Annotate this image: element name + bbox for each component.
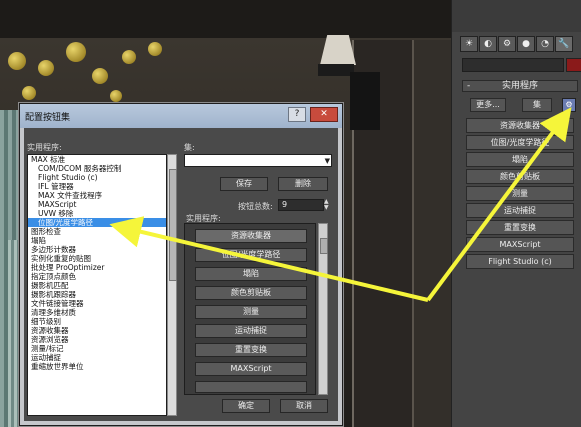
scrollbar-thumb[interactable] (320, 238, 328, 254)
sets-button[interactable]: 集 (522, 98, 552, 112)
configure-button-sets-icon[interactable]: ⚙ (562, 98, 576, 112)
utility-list-item[interactable]: 摄影机跟踪器 (28, 290, 166, 299)
configure-button-sets-dialog: 配置按钮集 ? ✕ 实用程序: MAX 标准 COM/DCOM 服务器控制 Flig… (19, 103, 343, 426)
motion-tab-icon[interactable]: ● (517, 36, 535, 52)
pendant-light-ball (66, 42, 86, 62)
object-name-field[interactable] (462, 58, 564, 72)
close-button[interactable]: ✕ (310, 107, 338, 122)
utilities-list[interactable]: MAX 标准 COM/DCOM 服务器控制 Flight Studio (c) IFL… (27, 154, 167, 416)
util-button-measure[interactable]: 测量 (466, 186, 574, 201)
wall-lamp-base (350, 72, 380, 130)
display-tab-icon[interactable]: ◔ (536, 36, 554, 52)
configured-button[interactable]: 颜色剪贴板 (195, 286, 307, 300)
sets-label: 集: (184, 143, 195, 152)
collapse-icon: - (467, 81, 471, 91)
utility-list-item[interactable]: Flight Studio (c) (28, 173, 166, 182)
modify-tab-icon[interactable]: ◐ (479, 36, 497, 52)
utility-list-item[interactable]: 批处理 ProOptimizer (28, 263, 166, 272)
utility-list-item[interactable]: 实例化重复的贴图 (28, 254, 166, 263)
command-panel-header (452, 0, 581, 32)
dialog-body: 实用程序: MAX 标准 COM/DCOM 服务器控制 Flight Studio … (24, 128, 338, 421)
total-buttons-label: 按钮总数: (238, 202, 273, 211)
utility-list-item[interactable]: 资源收集器 (28, 326, 166, 335)
utility-list-item[interactable]: UVW 移除 (28, 209, 166, 218)
util-button-collapse[interactable]: 塌陷 (466, 152, 574, 167)
util-button-maxscript[interactable]: MAXScript (466, 237, 574, 252)
pendant-light-ball (110, 90, 122, 102)
utility-list-item[interactable]: 摄影机匹配 (28, 281, 166, 290)
utility-list-item[interactable]: 多边形计数器 (28, 245, 166, 254)
util-button-reset-xform[interactable]: 重置变换 (466, 220, 574, 235)
utility-list-item[interactable]: 细节级别 (28, 317, 166, 326)
configured-list-scrollbar[interactable] (318, 223, 328, 395)
configured-button[interactable]: 位图/光度学路径 (195, 248, 307, 262)
util-button-color-clipboard[interactable]: 颜色剪贴板 (466, 169, 574, 184)
pendant-light-ball (22, 86, 36, 100)
configured-button[interactable]: 重置变换 (195, 343, 307, 357)
hierarchy-tab-icon[interactable]: ⚙ (498, 36, 516, 52)
object-color-swatch[interactable] (566, 58, 581, 72)
spinner-arrows-icon[interactable]: ▲ ▼ (324, 199, 332, 211)
configured-button[interactable]: 测量 (195, 305, 307, 319)
scrollbar-thumb[interactable] (169, 169, 177, 281)
utility-list-item[interactable]: 资源浏览器 (28, 335, 166, 344)
cancel-button[interactable]: 取消 (280, 399, 328, 413)
viewport-wall-edge (412, 40, 451, 427)
total-buttons-spinner[interactable]: 9 (278, 199, 324, 211)
util-button-resource-collector[interactable]: 资源收集器 (466, 118, 574, 133)
utility-list-item[interactable]: 清理多维材质 (28, 308, 166, 317)
save-button[interactable]: 保存 (220, 177, 268, 191)
viewport-ceiling (0, 0, 451, 42)
pendant-light-ball (38, 60, 54, 76)
command-panel: ☀ ◐ ⚙ ● ◔ 🔧 - 实用程序 更多... 集 ⚙ 资源收集器 位图/光度… (451, 0, 581, 427)
rollout-title-label: 实用程序 (501, 81, 538, 91)
configured-button[interactable]: 塌陷 (195, 267, 307, 281)
utilities-label: 实用程序: (27, 143, 62, 152)
more-button[interactable]: 更多... (470, 98, 506, 112)
configured-button[interactable]: 资源收集器 (195, 229, 307, 243)
utilities-rollout-title[interactable]: - 实用程序 (462, 80, 578, 92)
pendant-light-ball (148, 42, 162, 56)
utilities-list-scrollbar[interactable] (167, 154, 177, 416)
utility-list-item[interactable]: 指定顶点颜色 (28, 272, 166, 281)
dialog-titlebar[interactable]: 配置按钮集 ? ✕ (20, 104, 342, 128)
utility-list-item[interactable]: 图形检查 (28, 227, 166, 236)
utility-list-item[interactable]: MAXScript (28, 200, 166, 209)
create-tab-icon[interactable]: ☀ (460, 36, 478, 52)
configured-button[interactable] (195, 381, 307, 393)
wall-lamp-arm (318, 64, 354, 76)
delete-button[interactable]: 删除 (278, 177, 328, 191)
utility-list-item[interactable]: 测量/标记 (28, 344, 166, 353)
pendant-light-ball (122, 50, 136, 64)
dialog-title: 配置按钮集 (25, 113, 71, 123)
utility-list-item[interactable]: 塌陷 (28, 236, 166, 245)
utilities-tab-icon[interactable]: 🔧 (555, 36, 573, 52)
utility-list-item[interactable]: 运动捕捉 (28, 353, 166, 362)
pendant-light-ball (92, 68, 108, 84)
configured-button[interactable]: MAXScript (195, 362, 307, 376)
utility-list-item[interactable]: 重缩放世界单位 (28, 362, 166, 371)
utility-list-item[interactable]: 文件链接管理器 (28, 299, 166, 308)
pendant-light-ball (8, 52, 26, 70)
command-panel-tabs: ☀ ◐ ⚙ ● ◔ 🔧 (460, 36, 573, 52)
utility-list-item[interactable]: COM/DCOM 服务器控制 (28, 164, 166, 173)
utility-list-item[interactable]: MAX 文件查找程序 (28, 191, 166, 200)
util-button-flight-studio[interactable]: Flight Studio (c) (466, 254, 574, 269)
configured-buttons-list: 资源收集器 位图/光度学路径 塌陷 颜色剪贴板 测量 运动捕捉 重置变换 MAX… (184, 223, 316, 395)
sets-dropdown[interactable]: ▼ (184, 154, 332, 167)
util-button-motion-capture[interactable]: 运动捕捉 (466, 203, 574, 218)
utility-list-item[interactable]: MAX 标准 (28, 155, 166, 164)
utility-list-item[interactable]: 位图/光度学路径 (28, 218, 166, 227)
chevron-down-icon: ▼ (324, 157, 330, 165)
ok-button[interactable]: 确定 (222, 399, 270, 413)
configured-button[interactable]: 运动捕捉 (195, 324, 307, 338)
util-button-bitmap-path[interactable]: 位图/光度学路径 (466, 135, 574, 150)
help-button[interactable]: ? (288, 107, 306, 122)
utility-list-item[interactable]: IFL 管理器 (28, 182, 166, 191)
